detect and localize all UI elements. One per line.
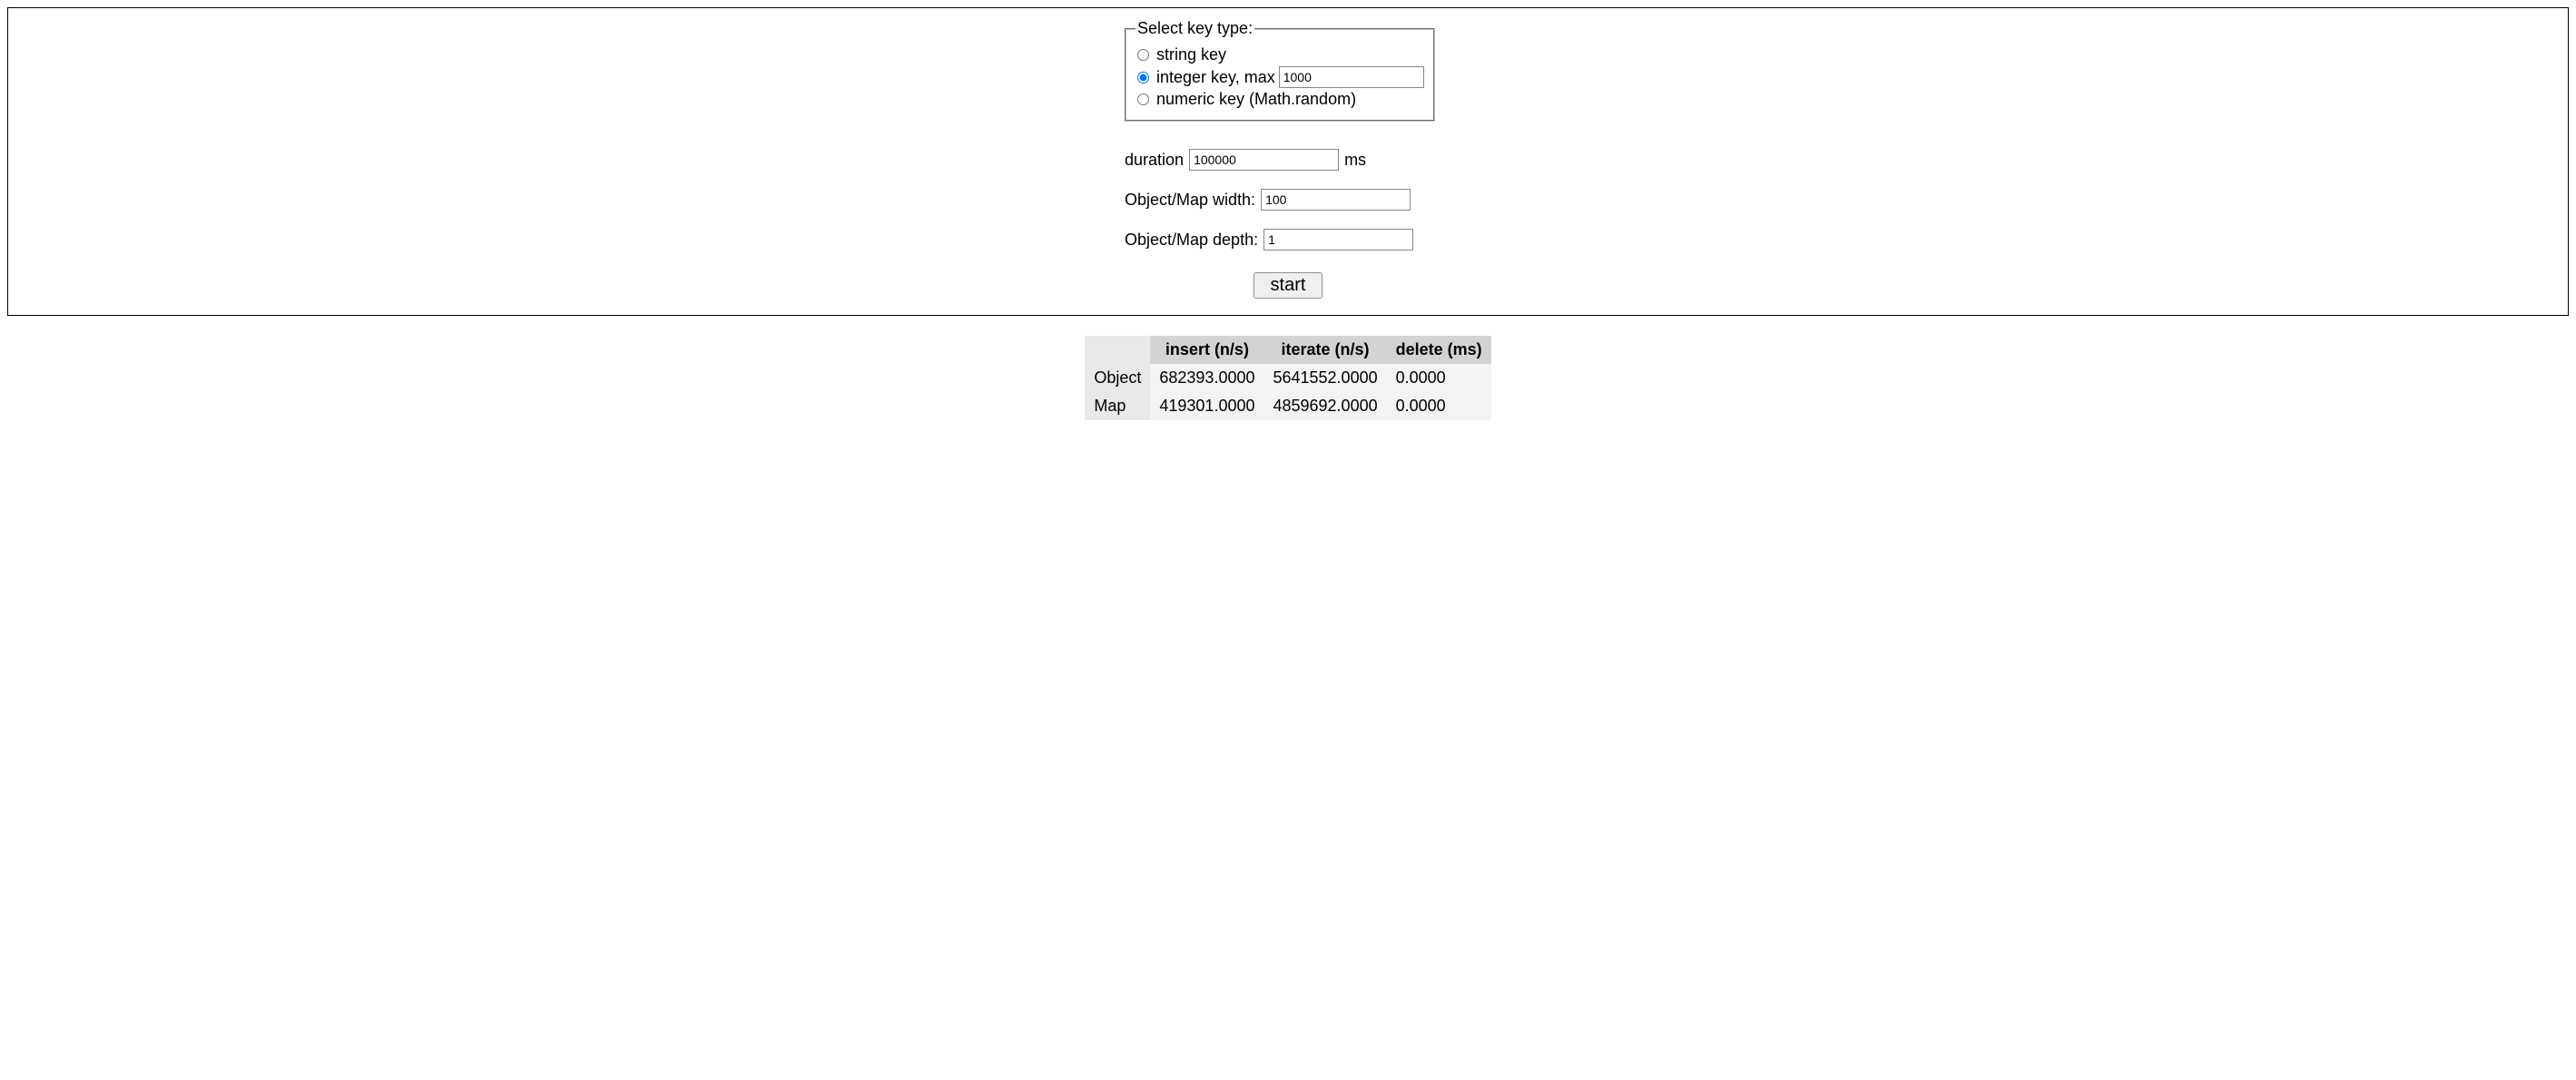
depth-label: Object/Map depth: [1125,231,1258,250]
duration-row: duration ms [1125,149,1366,171]
cell-iterate: 5641552.0000 [1263,364,1386,392]
cell-iterate: 4859692.0000 [1263,392,1386,420]
key-type-option-integer: integer key, max [1136,66,1424,88]
key-type-label-integer: integer key, max [1156,68,1275,87]
table-row: Object 682393.0000 5641552.0000 0.0000 [1085,364,1490,392]
cell-insert: 419301.0000 [1150,392,1263,420]
key-type-label-string: string key [1156,45,1226,64]
header-corner [1085,336,1150,364]
row-label: Map [1085,392,1150,420]
width-row: Object/Map width: [1125,189,1411,211]
duration-input[interactable] [1189,149,1339,171]
row-label: Object [1085,364,1150,392]
cell-delete: 0.0000 [1387,392,1491,420]
width-input[interactable] [1261,189,1411,211]
header-delete: delete (ms) [1387,336,1491,364]
cell-insert: 682393.0000 [1150,364,1263,392]
key-type-radio-numeric[interactable] [1137,93,1149,105]
depth-input[interactable] [1263,229,1413,250]
duration-unit: ms [1344,151,1366,170]
start-button[interactable]: start [1254,272,1323,299]
header-insert: insert (n/s) [1150,336,1263,364]
table-row: Map 419301.0000 4859692.0000 0.0000 [1085,392,1490,420]
key-type-option-string: string key [1136,45,1424,64]
config-panel: Select key type: string key integer key,… [7,7,2569,316]
results-table: insert (n/s) iterate (n/s) delete (ms) O… [1085,336,1490,420]
width-label: Object/Map width: [1125,191,1255,210]
results-wrapper: insert (n/s) iterate (n/s) delete (ms) O… [7,336,2569,420]
duration-label: duration [1125,151,1184,170]
config-center-column: Select key type: string key integer key,… [1125,19,1451,304]
depth-row: Object/Map depth: [1125,229,1413,250]
key-type-option-numeric: numeric key (Math.random) [1136,90,1424,109]
integer-max-input[interactable] [1279,66,1424,88]
start-row: start [1125,272,1451,299]
key-type-fieldset: Select key type: string key integer key,… [1125,19,1435,122]
table-header-row: insert (n/s) iterate (n/s) delete (ms) [1085,336,1490,364]
key-type-radio-integer[interactable] [1137,72,1149,83]
key-type-legend: Select key type: [1136,19,1254,38]
key-type-label-numeric: numeric key (Math.random) [1156,90,1356,109]
key-type-radio-string[interactable] [1137,49,1149,61]
cell-delete: 0.0000 [1387,364,1491,392]
header-iterate: iterate (n/s) [1263,336,1386,364]
